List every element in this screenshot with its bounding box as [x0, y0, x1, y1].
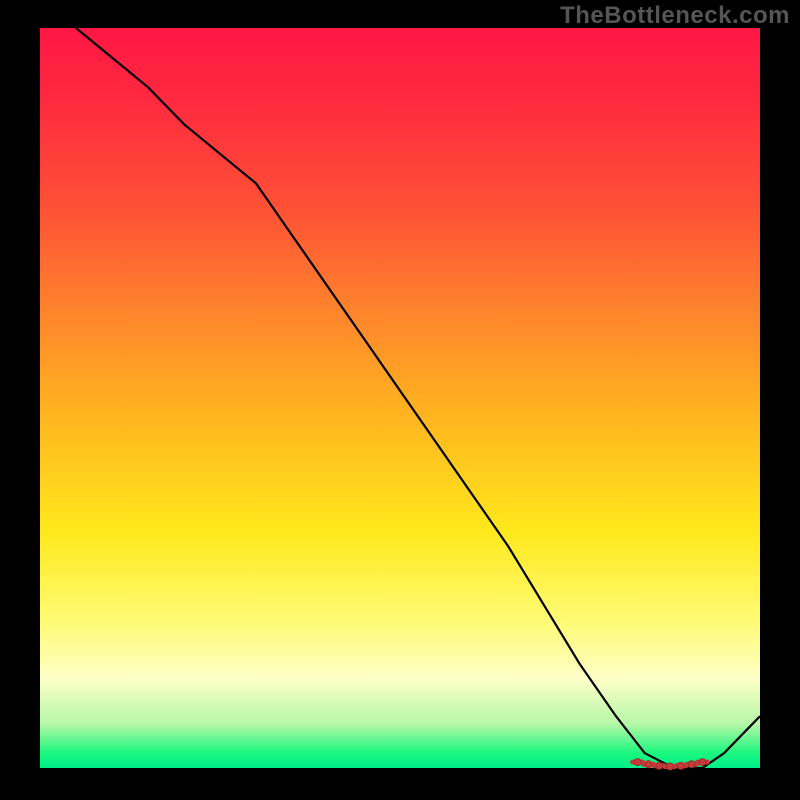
- highlight-point: [656, 762, 663, 769]
- highlight-point: [677, 762, 684, 769]
- chart-frame: TheBottleneck.com: [0, 0, 800, 800]
- highlight-point: [688, 761, 695, 768]
- chart-svg: [40, 28, 760, 768]
- watermark-text: TheBottleneck.com: [560, 2, 790, 30]
- highlight-point: [667, 763, 674, 770]
- highlight-point: [699, 759, 706, 766]
- highlight-point: [634, 759, 641, 766]
- plot-area: [40, 28, 760, 768]
- bottleneck-curve: [76, 28, 760, 768]
- highlight-point: [645, 761, 652, 768]
